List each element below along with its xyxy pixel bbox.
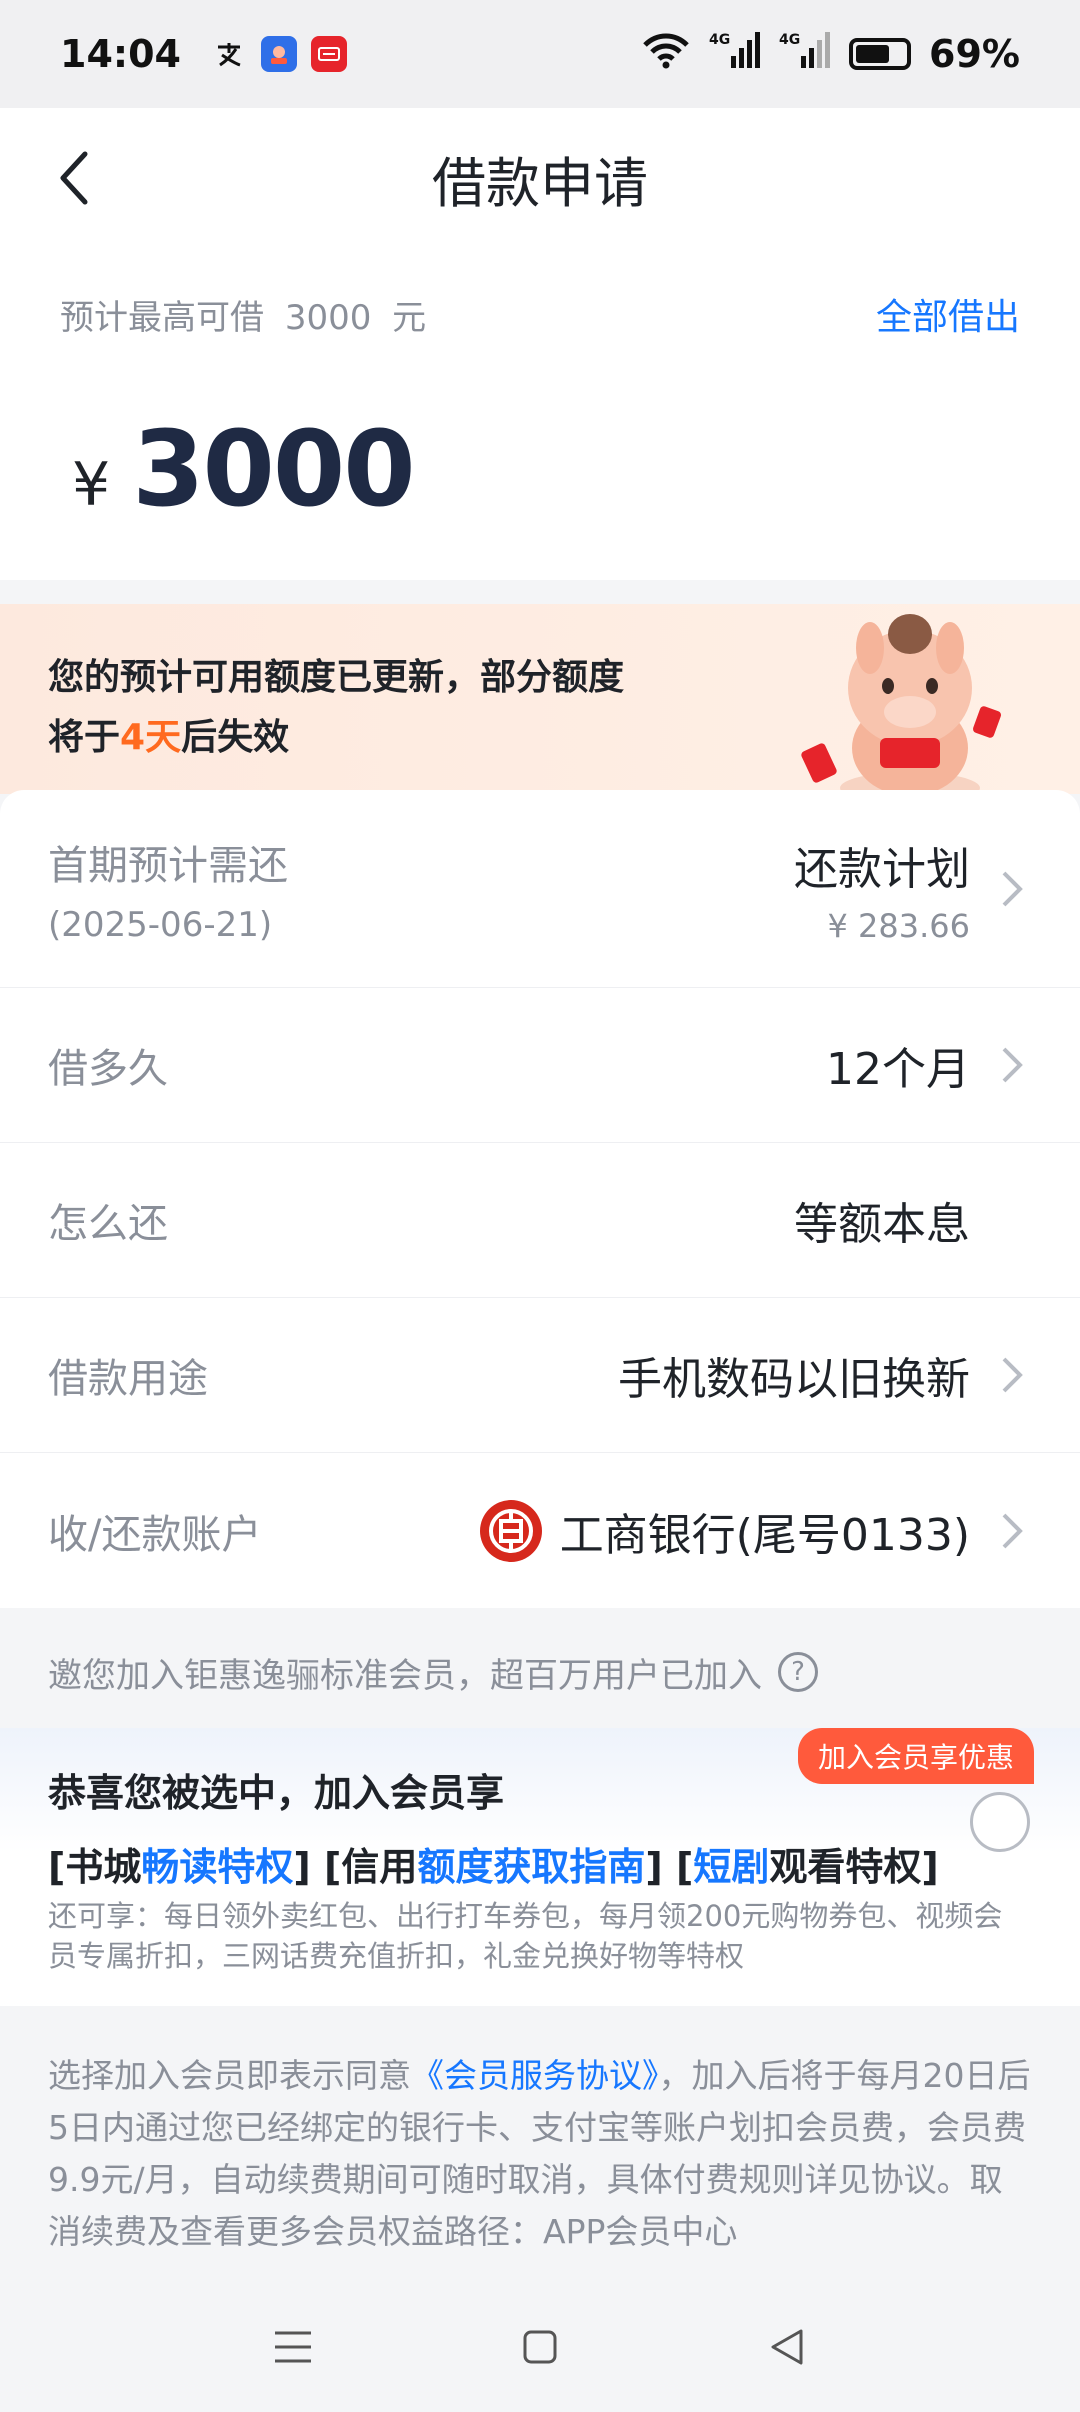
term-label: 借多久 bbox=[48, 1046, 168, 1092]
repayment-plan-row[interactable]: 首期预计需还 (2025-06-21) 还款计划 ¥ 283.66 bbox=[0, 790, 1080, 988]
menu-button[interactable] bbox=[263, 2317, 323, 2377]
account-label: 收/还款账户 bbox=[48, 1511, 262, 1558]
amount-card: 预计最高可借 3000 元 全部借出 ¥ 3000 bbox=[0, 248, 1080, 580]
status-bar: 14:04 4G 4G 69% bbox=[0, 0, 1080, 108]
perk-3-suffix: 观看特权] bbox=[769, 1845, 939, 1889]
purpose-label: 借款用途 bbox=[48, 1356, 208, 1402]
member-extra-perks: 还可享：每日领外卖红包、出行打车券包，每月领200元购物券包、视频会员专属折扣，… bbox=[48, 1899, 1003, 1973]
limit-amount: 3000 bbox=[284, 297, 372, 338]
method-value: 等额本息 bbox=[794, 1199, 970, 1250]
notification-icons bbox=[210, 36, 347, 72]
join-membership-radio[interactable] bbox=[970, 1792, 1030, 1852]
signal-1-label: 4G bbox=[709, 32, 730, 48]
help-icon[interactable]: ? bbox=[778, 1652, 818, 1692]
bank-account-row[interactable]: 收/还款账户 工商银行(尾号0133) bbox=[0, 1453, 1080, 1608]
perk-2-name: 额度获取指南 bbox=[417, 1845, 646, 1889]
notice-days: 4天 bbox=[120, 717, 182, 758]
chevron-right-icon bbox=[992, 1355, 1032, 1395]
page-title: 借款申请 bbox=[432, 151, 648, 215]
back-button[interactable] bbox=[40, 143, 110, 213]
app-notification-icon bbox=[260, 36, 297, 72]
limit-unit: 元 bbox=[392, 297, 427, 338]
battery-icon bbox=[849, 38, 912, 70]
borrow-all-button[interactable]: 全部借出 bbox=[876, 288, 1020, 340]
quota-notice-banner: 您的预计可用额度已更新，部分额度 将于4天后失效 bbox=[0, 604, 1080, 804]
system-nav-bar bbox=[0, 2282, 1080, 2412]
wifi-icon bbox=[641, 31, 691, 78]
notice-line-2-suffix: 后失效 bbox=[181, 717, 290, 758]
method-label: 怎么还 bbox=[48, 1201, 168, 1247]
signal-1-icon: 4G bbox=[709, 30, 761, 78]
back-nav-button[interactable] bbox=[757, 2317, 817, 2377]
signal-2-label: 4G bbox=[779, 32, 800, 48]
notice-line-2: 将于4天后失效 bbox=[48, 708, 624, 768]
member-perks: [书城畅读特权] [信用额度获取指南] [短剧观看特权] bbox=[48, 1836, 939, 1891]
perk-1-prefix: [书城 bbox=[48, 1845, 142, 1889]
perk-3-prefix: ] [ bbox=[645, 1845, 694, 1889]
pay-notification-icon bbox=[310, 36, 347, 72]
limit-prefix: 预计最高可借 bbox=[60, 297, 264, 338]
mascot-illustration bbox=[801, 614, 1001, 804]
first-payment-amount: ¥ 283.66 bbox=[827, 906, 971, 945]
membership-agreement: 选择加入会员即表示同意《会员服务协议》，加入后将于每月20日后5日内通过您已经绑… bbox=[0, 2006, 1080, 2282]
service-agreement-link[interactable]: 《会员服务协议》 bbox=[411, 2056, 659, 2095]
first-payment-label: 首期预计需还 bbox=[48, 842, 288, 889]
amount-value: 3000 bbox=[132, 408, 415, 530]
membership-card[interactable]: 加入会员享优惠 恭喜您被选中，加入会员享 [书城畅读特权] [信用额度获取指南]… bbox=[0, 1728, 1080, 2006]
chevron-left-icon bbox=[60, 151, 88, 205]
term-right: 12个月 bbox=[826, 1033, 1032, 1097]
notice-line-2-prefix: 将于 bbox=[48, 717, 121, 758]
notice-text: 您的预计可用额度已更新，部分额度 将于4天后失效 bbox=[48, 648, 624, 768]
home-square-icon bbox=[523, 2330, 557, 2364]
icbc-logo-icon bbox=[479, 1499, 542, 1562]
perk-1-name: 畅读特权 bbox=[141, 1845, 294, 1889]
repayment-plan-values: 还款计划 ¥ 283.66 bbox=[794, 833, 970, 945]
signal-2-icon: 4G bbox=[779, 30, 831, 78]
repayment-method-row: 怎么还 等额本息 bbox=[0, 1143, 1080, 1298]
status-indicators: 4G 4G 69% bbox=[641, 30, 1020, 78]
status-time: 14:04 bbox=[60, 32, 181, 76]
purpose-value: 手机数码以旧换新 bbox=[618, 1354, 970, 1405]
loan-detail-list: 首期预计需还 (2025-06-21) 还款计划 ¥ 283.66 借多久 12… bbox=[0, 790, 1080, 1608]
member-title: 恭喜您被选中，加入会员享 bbox=[48, 1771, 505, 1815]
notice-line-1: 您的预计可用额度已更新，部分额度 bbox=[48, 657, 625, 698]
member-discount-badge: 加入会员享优惠 bbox=[797, 1728, 1034, 1784]
agreement-prefix: 选择加入会员即表示同意 bbox=[48, 2056, 411, 2095]
method-right: 等额本息 bbox=[794, 1188, 1032, 1252]
chevron-right-icon bbox=[992, 869, 1032, 909]
back-triangle-icon bbox=[771, 2329, 803, 2365]
account-value: 工商银行(尾号0133) bbox=[559, 1509, 970, 1561]
battery-percent: 69% bbox=[929, 32, 1020, 76]
amount-input[interactable]: ¥ 3000 bbox=[72, 408, 416, 530]
nav-bar: 借款申请 bbox=[0, 108, 1080, 248]
limit-text: 预计最高可借 3000 元 bbox=[60, 290, 426, 339]
alipay-notification-icon bbox=[210, 36, 247, 72]
repayment-plan-right: 还款计划 ¥ 283.66 bbox=[794, 833, 1032, 945]
loan-term-row[interactable]: 借多久 12个月 bbox=[0, 988, 1080, 1143]
chevron-right-icon bbox=[992, 1511, 1032, 1551]
battery-fill bbox=[856, 45, 890, 63]
invite-text: 邀您加入钜惠逸骊标准会员，超百万用户已加入 bbox=[48, 1655, 762, 1696]
home-button[interactable] bbox=[510, 2317, 570, 2377]
chevron-right-icon bbox=[992, 1045, 1032, 1085]
purpose-right: 手机数码以旧换新 bbox=[618, 1343, 1032, 1407]
membership-invite: 邀您加入钜惠逸骊标准会员，超百万用户已加入 ? bbox=[0, 1612, 1080, 1732]
currency-symbol: ¥ bbox=[72, 450, 111, 520]
first-payment-date: (2025-06-21) bbox=[48, 904, 273, 945]
first-payment-label-block: 首期预计需还 (2025-06-21) bbox=[48, 833, 288, 945]
repayment-plan-link: 还款计划 bbox=[794, 843, 970, 895]
limit-row: 预计最高可借 3000 元 全部借出 bbox=[60, 288, 1020, 340]
account-right: 工商银行(尾号0133) bbox=[479, 1499, 1032, 1563]
perk-3-name: 短剧 bbox=[693, 1845, 770, 1889]
menu-icon bbox=[275, 2331, 312, 2363]
perk-2-prefix: ] [信用 bbox=[293, 1845, 418, 1889]
term-value: 12个月 bbox=[826, 1044, 970, 1095]
loan-purpose-row[interactable]: 借款用途 手机数码以旧换新 bbox=[0, 1298, 1080, 1453]
